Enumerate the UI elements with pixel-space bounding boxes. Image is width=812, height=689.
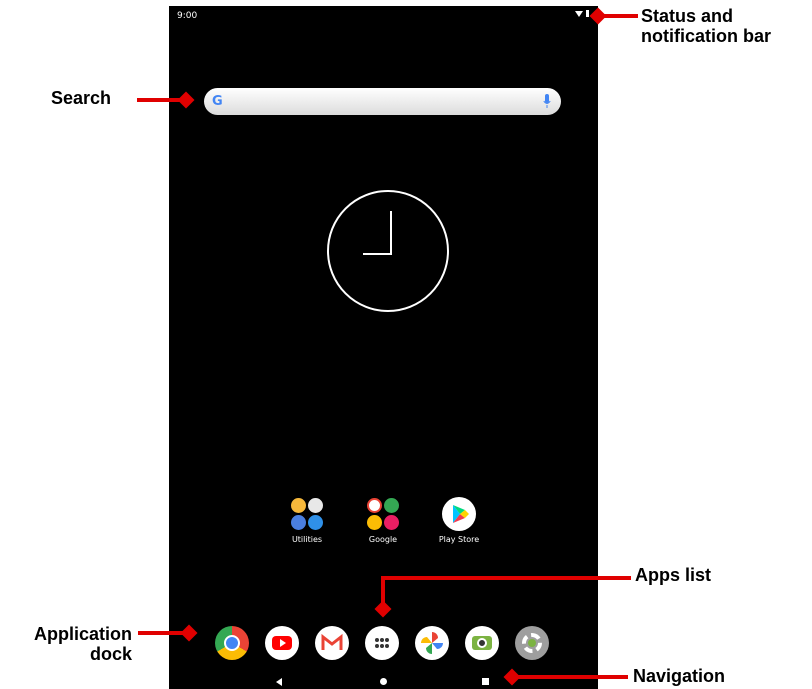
search-arrow-line xyxy=(137,98,181,102)
status-callout: Status and notification bar xyxy=(641,6,771,46)
dock-arrow-line xyxy=(138,631,184,635)
recents-icon[interactable] xyxy=(482,678,489,685)
camera-icon[interactable] xyxy=(465,626,499,660)
apps-list-arrow-horizontal xyxy=(381,576,631,580)
wifi-icon xyxy=(575,10,583,17)
search-bar[interactable]: G xyxy=(204,88,561,115)
utilities-folder[interactable]: Utilities xyxy=(272,497,342,544)
clock-minute-hand xyxy=(363,253,392,255)
settings-icon[interactable] xyxy=(515,626,549,660)
status-callout-line2: notification bar xyxy=(641,26,771,46)
play-store-icon xyxy=(442,497,476,531)
dock-callout: Application dock xyxy=(8,624,132,664)
play-store-app[interactable]: Play Store xyxy=(424,497,494,544)
google-folder-icon xyxy=(366,497,400,531)
dock-callout-line2: dock xyxy=(89,644,132,664)
status-time: 9:00 xyxy=(177,11,198,21)
clock-hour-hand xyxy=(390,211,392,254)
clock-widget[interactable] xyxy=(327,190,449,312)
navigation-callout: Navigation xyxy=(633,666,726,686)
utilities-folder-icon xyxy=(290,497,324,531)
apps-list-icon[interactable] xyxy=(365,626,399,660)
back-icon[interactable] xyxy=(276,678,282,686)
gmail-icon[interactable] xyxy=(315,626,349,660)
navigation-arrow-line xyxy=(514,675,628,679)
utilities-label: Utilities xyxy=(291,535,323,544)
google-folder[interactable]: Google xyxy=(348,497,418,544)
status-arrow-line xyxy=(600,14,638,18)
google-logo-icon: G xyxy=(212,94,223,109)
search-callout: Search xyxy=(51,88,112,108)
mic-icon[interactable] xyxy=(543,94,551,109)
dock-callout-line1: Application xyxy=(34,624,132,644)
photos-icon[interactable] xyxy=(415,626,449,660)
google-folder-label: Google xyxy=(368,535,398,544)
home-icon[interactable] xyxy=(380,678,387,685)
play-store-label: Play Store xyxy=(438,535,480,544)
apps-list-callout: Apps list xyxy=(635,565,712,585)
status-callout-line1: Status and xyxy=(641,6,734,26)
chrome-icon[interactable] xyxy=(215,626,249,660)
youtube-icon[interactable] xyxy=(265,626,299,660)
